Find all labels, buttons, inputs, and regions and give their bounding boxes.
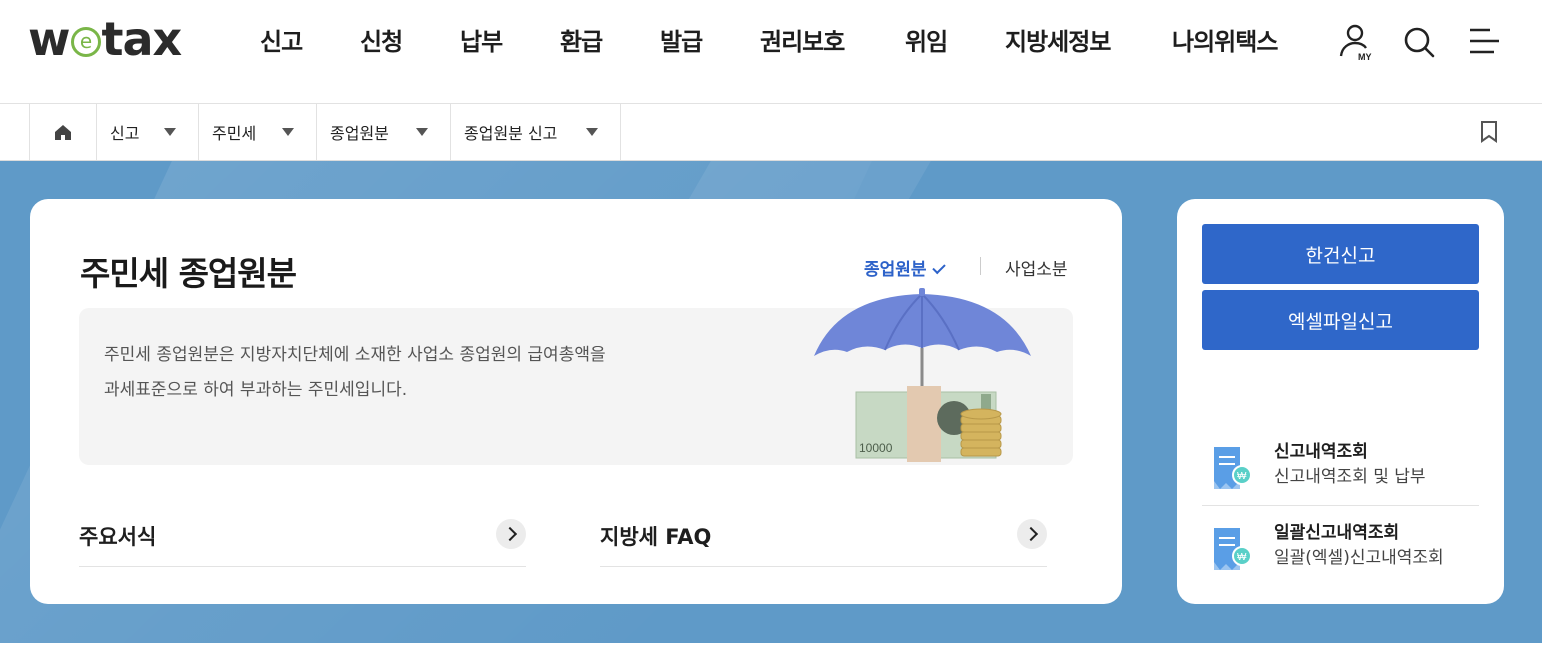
breadcrumb-label: 종업원분 (330, 124, 389, 143)
chevron-right-icon[interactable] (1017, 519, 1047, 549)
logo-text-e: e (79, 29, 92, 53)
single-report-button[interactable]: 한건신고 (1202, 224, 1479, 284)
description-box: 주민세 종업원분은 지방자치단체에 소재한 사업소 종업원의 급여총액을 과세표… (79, 288, 1073, 465)
tab-business[interactable]: 사업소분 (1005, 255, 1068, 280)
side-item-subtitle: 일괄(엑셀)신고내역조회 (1274, 548, 1444, 568)
document-icon: ₩ (1214, 447, 1252, 489)
link-forms[interactable]: 주요서식 (79, 515, 526, 567)
logo-text-tax: tax (101, 12, 183, 66)
search-icon[interactable] (1400, 22, 1440, 62)
svg-text:₩: ₩ (1237, 471, 1247, 482)
link-label: 주요서식 (79, 525, 157, 549)
logo-text-w: w (28, 12, 70, 66)
menu-icon[interactable] (1465, 22, 1505, 62)
banknote-label: 10000 (859, 441, 893, 455)
report-history-link[interactable]: ₩ 신고내역조회 신고내역조회 및 납부 (1202, 425, 1479, 505)
nav-report[interactable]: 신고 (260, 22, 303, 62)
umbrella-money-illustration: 10000 (809, 286, 1049, 466)
nav-pay[interactable]: 납부 (460, 22, 503, 62)
bookmark-icon[interactable] (1478, 120, 1500, 144)
logo-e-circle: e (70, 27, 101, 57)
chevron-down-icon (164, 128, 176, 136)
svg-text:₩: ₩ (1237, 552, 1247, 563)
nav-apply[interactable]: 신청 (360, 22, 403, 62)
link-label: 지방세 FAQ (600, 525, 712, 549)
tab-divider (980, 257, 981, 275)
main-card: 주민세 종업원분 종업원분 사업소분 주민세 종업원분은 지방자치단체에 소재한… (30, 199, 1122, 604)
nav-issue[interactable]: 발급 (660, 22, 703, 62)
breadcrumb-item-employee-report[interactable]: 종업원분 신고 (450, 104, 621, 160)
side-item-title: 신고내역조회 (1274, 442, 1368, 462)
nav-delegation[interactable]: 위임 (905, 22, 948, 62)
breadcrumb-home[interactable] (29, 104, 96, 160)
side-item-title: 일괄신고내역조회 (1274, 523, 1400, 543)
chevron-right-icon[interactable] (496, 519, 526, 549)
tab-employee[interactable]: 종업원분 (864, 255, 946, 280)
home-icon (55, 125, 71, 140)
side-card: 한건신고 엑셀파일신고 ₩ 신고내역조회 신고내역조회 및 납부 ₩ 일괄신고내… (1177, 199, 1504, 604)
side-item-subtitle: 신고내역조회 및 납부 (1274, 467, 1426, 487)
breadcrumb-label: 신고 (110, 124, 140, 143)
breadcrumb-item-resident-tax[interactable]: 주민세 (198, 104, 316, 160)
wetax-logo[interactable]: w e tax (28, 12, 183, 66)
breadcrumb: 신고 주민세 종업원분 종업원분 신고 (0, 104, 1542, 161)
nav-rights[interactable]: 권리보호 (760, 22, 845, 62)
tab-label: 종업원분 (864, 260, 927, 280)
site-header: w e tax 신고 신청 납부 환급 발급 권리보호 위임 지방세정보 나의위택스… (0, 0, 1542, 104)
check-icon (931, 260, 946, 275)
breadcrumb-label: 종업원분 신고 (464, 124, 558, 143)
chevron-down-icon (282, 128, 294, 136)
description-line: 주민세 종업원분은 지방자치단체에 소재한 사업소 종업원의 급여총액을 (104, 345, 606, 365)
document-icon: ₩ (1214, 528, 1252, 570)
link-faq[interactable]: 지방세 FAQ (600, 515, 1047, 567)
chevron-down-icon (416, 128, 428, 136)
breadcrumb-item-employee[interactable]: 종업원분 (316, 104, 450, 160)
breadcrumb-item-report[interactable]: 신고 (96, 104, 198, 160)
page-title: 주민세 종업원분 (80, 254, 297, 293)
nav-local-tax-info[interactable]: 지방세정보 (1005, 22, 1111, 62)
breadcrumb-label: 주민세 (212, 124, 257, 143)
nav-my-wetax[interactable]: 나의위택스 (1172, 22, 1278, 62)
description-line: 과세표준으로 하여 부과하는 주민세입니다. (104, 380, 408, 400)
batch-report-history-link[interactable]: ₩ 일괄신고내역조회 일괄(엑셀)신고내역조회 (1202, 506, 1479, 586)
nav-refund[interactable]: 환급 (560, 22, 603, 62)
my-label: MY (1358, 52, 1372, 62)
excel-report-button[interactable]: 엑셀파일신고 (1202, 290, 1479, 350)
chevron-down-icon (586, 128, 598, 136)
description-text: 주민세 종업원분은 지방자치단체에 소재한 사업소 종업원의 급여총액을 과세표… (104, 338, 744, 408)
my-page-icon[interactable]: MY (1336, 22, 1376, 62)
